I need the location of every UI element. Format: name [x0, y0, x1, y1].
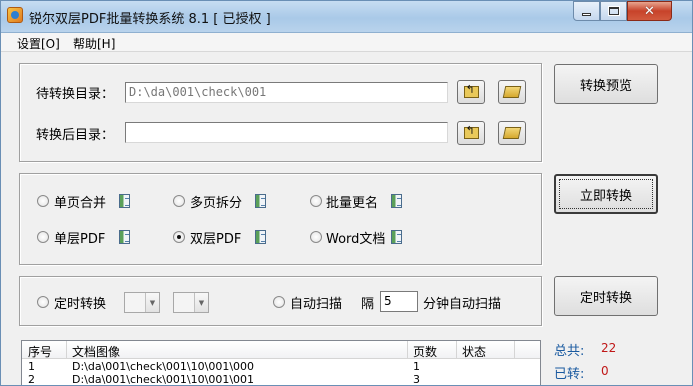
menu-bar: 设置[O] 帮助[H]: [1, 33, 692, 52]
row-path: D:\da\001\check\001\10\001\001: [72, 373, 255, 386]
total-count-label: 总共:: [554, 344, 585, 359]
mode-label-batch-rename: 批量更名: [326, 196, 379, 211]
col-header-pages[interactable]: 页数: [413, 343, 437, 360]
row-pages: 3: [413, 373, 420, 386]
column-separator: [407, 341, 408, 359]
target-browse-button[interactable]: [498, 121, 526, 145]
col-header-status[interactable]: 状态: [462, 343, 486, 360]
close-button[interactable]: ✕: [627, 1, 672, 21]
document-icon: [255, 194, 266, 208]
mode-label-single-layer-pdf: 单层PDF: [54, 232, 106, 247]
radio-single-layer-pdf[interactable]: [37, 231, 49, 243]
radio-auto-scan[interactable]: [273, 296, 285, 308]
col-header-index[interactable]: 序号: [28, 343, 52, 360]
table-row[interactable]: 1 D:\da\001\check\001\10\001\000 1: [22, 360, 540, 373]
convert-preview-button[interactable]: 转换预览: [554, 64, 658, 104]
directory-group: 待转换目录： D:\da\001\check\001 转换后目录：: [19, 63, 542, 162]
column-separator: [66, 341, 67, 359]
interval-prefix-label: 隔: [361, 297, 375, 312]
source-browse-button[interactable]: [498, 80, 526, 104]
timed-minute-select[interactable]: ▼: [173, 292, 209, 313]
target-parent-folder-button[interactable]: [457, 121, 485, 145]
maximize-button[interactable]: [600, 1, 627, 21]
minimize-icon: [582, 12, 591, 16]
folder-open-icon: [502, 127, 522, 139]
column-separator: [456, 341, 457, 359]
radio-timed-convert[interactable]: [37, 296, 49, 308]
document-icon: [119, 230, 130, 244]
total-count-value: 22: [601, 341, 617, 355]
window-title: 锐尔双层PDF批量转换系统 8.1 [ 已授权 ]: [29, 12, 271, 27]
app-logo-icon: [7, 7, 23, 23]
radio-batch-rename[interactable]: [310, 195, 322, 207]
converted-count-label: 已转:: [554, 367, 585, 382]
table-row[interactable]: 2 D:\da\001\check\001\10\001\001 3: [22, 373, 540, 386]
close-icon: ✕: [644, 3, 655, 19]
document-icon: [255, 230, 266, 244]
mode-label-multi-split: 多页拆分: [190, 196, 243, 211]
title-bar[interactable]: 锐尔双层PDF批量转换系统 8.1 [ 已授权 ] ✕: [1, 1, 692, 33]
mode-label-double-layer-pdf: 双层PDF: [190, 232, 242, 247]
col-header-document[interactable]: 文档图像: [72, 343, 120, 360]
row-path: D:\da\001\check\001\10\001\000: [72, 360, 255, 373]
chevron-down-icon: ▼: [145, 293, 159, 312]
chevron-down-icon: ▼: [194, 293, 208, 312]
auto-scan-label: 自动扫描: [290, 297, 343, 312]
scan-interval-input[interactable]: 5: [380, 291, 418, 312]
document-icon: [391, 194, 402, 208]
mode-label-single-merge: 单页合并: [54, 196, 107, 211]
folder-open-icon: [502, 86, 522, 98]
radio-multi-split[interactable]: [173, 195, 185, 207]
file-list[interactable]: 序号 文档图像 页数 状态 1 D:\da\001\check\001\10\0…: [21, 340, 541, 386]
folder-up-icon: [463, 83, 479, 98]
app-window: 锐尔双层PDF批量转换系统 8.1 [ 已授权 ] ✕ 设置[O] 帮助[H] …: [0, 0, 693, 386]
target-dir-input[interactable]: [125, 122, 448, 143]
radio-single-merge[interactable]: [37, 195, 49, 207]
timed-convert-button[interactable]: 定时转换: [554, 276, 658, 316]
row-index: 2: [28, 373, 35, 386]
menu-settings[interactable]: 设置[O]: [17, 35, 60, 52]
minimize-button[interactable]: [573, 1, 600, 21]
maximize-icon: [607, 6, 620, 16]
document-icon: [119, 194, 130, 208]
source-dir-input[interactable]: D:\da\001\check\001: [125, 82, 448, 103]
schedule-group: 定时转换 ▼ ▼ 自动扫描 隔 5 分钟自动扫描: [19, 276, 542, 326]
source-dir-label: 待转换目录：: [36, 87, 115, 102]
timed-hour-select[interactable]: ▼: [124, 292, 160, 313]
mode-group: 单页合并 多页拆分 批量更名 单层PDF 双层PDF Word文档: [19, 173, 542, 265]
folder-up-icon: [463, 124, 479, 139]
convert-now-label: 立即转换: [579, 188, 632, 204]
row-index: 1: [28, 360, 35, 373]
radio-word-document[interactable]: [310, 231, 322, 243]
list-header: 序号 文档图像 页数 状态: [22, 341, 540, 359]
target-dir-label: 转换后目录：: [36, 128, 115, 143]
source-parent-folder-button[interactable]: [457, 80, 485, 104]
interval-suffix-label: 分钟自动扫描: [423, 297, 502, 312]
row-pages: 1: [413, 360, 420, 373]
mode-label-word-document: Word文档: [326, 232, 386, 247]
document-icon: [391, 230, 402, 244]
column-separator: [514, 341, 515, 359]
convert-now-button[interactable]: 立即转换: [554, 174, 658, 214]
timed-convert-label: 定时转换: [54, 297, 107, 312]
converted-count-value: 0: [601, 364, 609, 378]
menu-help[interactable]: 帮助[H]: [73, 35, 115, 52]
radio-double-layer-pdf[interactable]: [173, 231, 185, 243]
